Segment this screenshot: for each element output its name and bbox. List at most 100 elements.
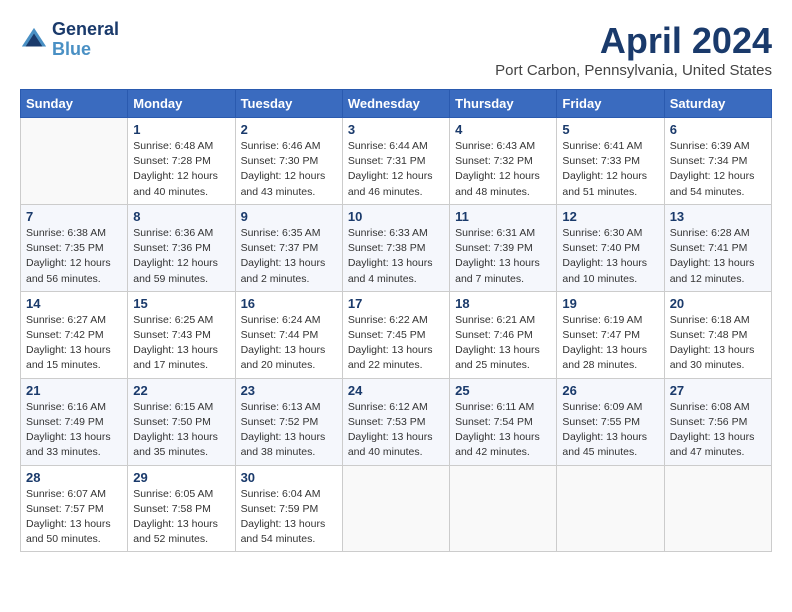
day-number: 4 bbox=[455, 122, 551, 137]
sunrise-text: Sunrise: 6:31 AM bbox=[455, 227, 535, 239]
day-info: Sunrise: 6:21 AM Sunset: 7:46 PM Dayligh… bbox=[455, 313, 551, 374]
day-info: Sunrise: 6:35 AM Sunset: 7:37 PM Dayligh… bbox=[241, 226, 337, 287]
day-number: 3 bbox=[348, 122, 444, 137]
sunrise-text: Sunrise: 6:39 AM bbox=[670, 140, 750, 152]
sunrise-text: Sunrise: 6:33 AM bbox=[348, 227, 428, 239]
calendar-cell: 23 Sunrise: 6:13 AM Sunset: 7:52 PM Dayl… bbox=[235, 378, 342, 465]
sunrise-text: Sunrise: 6:36 AM bbox=[133, 227, 213, 239]
day-of-week-header: Sunday bbox=[21, 90, 128, 118]
calendar-cell: 9 Sunrise: 6:35 AM Sunset: 7:37 PM Dayli… bbox=[235, 204, 342, 291]
sunset-text: Sunset: 7:43 PM bbox=[133, 329, 211, 341]
day-number: 8 bbox=[133, 209, 229, 224]
sunset-text: Sunset: 7:31 PM bbox=[348, 155, 426, 167]
calendar-table: SundayMondayTuesdayWednesdayThursdayFrid… bbox=[20, 89, 772, 552]
sunset-text: Sunset: 7:52 PM bbox=[241, 416, 319, 428]
subtitle: Port Carbon, Pennsylvania, United States bbox=[495, 62, 772, 79]
day-number: 15 bbox=[133, 296, 229, 311]
sunrise-text: Sunrise: 6:11 AM bbox=[455, 401, 534, 413]
sunrise-text: Sunrise: 6:44 AM bbox=[348, 140, 428, 152]
sunset-text: Sunset: 7:28 PM bbox=[133, 155, 211, 167]
day-number: 27 bbox=[670, 383, 766, 398]
daylight-text: Daylight: 13 hours and 4 minutes. bbox=[348, 257, 433, 284]
sunrise-text: Sunrise: 6:46 AM bbox=[241, 140, 321, 152]
day-of-week-header: Monday bbox=[128, 90, 235, 118]
sunset-text: Sunset: 7:57 PM bbox=[26, 503, 104, 515]
day-info: Sunrise: 6:48 AM Sunset: 7:28 PM Dayligh… bbox=[133, 139, 229, 200]
calendar-cell: 15 Sunrise: 6:25 AM Sunset: 7:43 PM Dayl… bbox=[128, 291, 235, 378]
day-info: Sunrise: 6:46 AM Sunset: 7:30 PM Dayligh… bbox=[241, 139, 337, 200]
calendar-cell: 7 Sunrise: 6:38 AM Sunset: 7:35 PM Dayli… bbox=[21, 204, 128, 291]
day-number: 11 bbox=[455, 209, 551, 224]
sunrise-text: Sunrise: 6:28 AM bbox=[670, 227, 750, 239]
sunset-text: Sunset: 7:54 PM bbox=[455, 416, 533, 428]
sunrise-text: Sunrise: 6:38 AM bbox=[26, 227, 106, 239]
daylight-text: Daylight: 13 hours and 12 minutes. bbox=[670, 257, 755, 284]
sunset-text: Sunset: 7:39 PM bbox=[455, 242, 533, 254]
day-number: 25 bbox=[455, 383, 551, 398]
day-number: 16 bbox=[241, 296, 337, 311]
calendar-header: SundayMondayTuesdayWednesdayThursdayFrid… bbox=[21, 90, 772, 118]
sunrise-text: Sunrise: 6:35 AM bbox=[241, 227, 321, 239]
daylight-text: Daylight: 13 hours and 25 minutes. bbox=[455, 344, 540, 371]
day-info: Sunrise: 6:16 AM Sunset: 7:49 PM Dayligh… bbox=[26, 400, 122, 461]
sunset-text: Sunset: 7:40 PM bbox=[562, 242, 640, 254]
sunrise-text: Sunrise: 6:19 AM bbox=[562, 314, 642, 326]
calendar-week-row: 28 Sunrise: 6:07 AM Sunset: 7:57 PM Dayl… bbox=[21, 465, 772, 552]
calendar-cell: 6 Sunrise: 6:39 AM Sunset: 7:34 PM Dayli… bbox=[664, 118, 771, 205]
calendar-cell: 29 Sunrise: 6:05 AM Sunset: 7:58 PM Dayl… bbox=[128, 465, 235, 552]
sunset-text: Sunset: 7:38 PM bbox=[348, 242, 426, 254]
sunset-text: Sunset: 7:50 PM bbox=[133, 416, 211, 428]
day-of-week-header: Friday bbox=[557, 90, 664, 118]
calendar-cell: 19 Sunrise: 6:19 AM Sunset: 7:47 PM Dayl… bbox=[557, 291, 664, 378]
calendar-cell: 17 Sunrise: 6:22 AM Sunset: 7:45 PM Dayl… bbox=[342, 291, 449, 378]
daylight-text: Daylight: 12 hours and 46 minutes. bbox=[348, 170, 433, 197]
sunset-text: Sunset: 7:34 PM bbox=[670, 155, 748, 167]
daylight-text: Daylight: 13 hours and 45 minutes. bbox=[562, 431, 647, 458]
day-number: 10 bbox=[348, 209, 444, 224]
title-block: April 2024 Port Carbon, Pennsylvania, Un… bbox=[495, 20, 772, 79]
sunset-text: Sunset: 7:48 PM bbox=[670, 329, 748, 341]
calendar-body: 1 Sunrise: 6:48 AM Sunset: 7:28 PM Dayli… bbox=[21, 118, 772, 552]
day-number: 30 bbox=[241, 470, 337, 485]
sunrise-text: Sunrise: 6:05 AM bbox=[133, 488, 213, 500]
day-number: 17 bbox=[348, 296, 444, 311]
day-info: Sunrise: 6:18 AM Sunset: 7:48 PM Dayligh… bbox=[670, 313, 766, 374]
day-number: 6 bbox=[670, 122, 766, 137]
day-info: Sunrise: 6:04 AM Sunset: 7:59 PM Dayligh… bbox=[241, 487, 337, 548]
daylight-text: Daylight: 13 hours and 52 minutes. bbox=[133, 518, 218, 545]
logo-icon bbox=[20, 26, 48, 54]
sunrise-text: Sunrise: 6:09 AM bbox=[562, 401, 642, 413]
day-info: Sunrise: 6:08 AM Sunset: 7:56 PM Dayligh… bbox=[670, 400, 766, 461]
sunset-text: Sunset: 7:45 PM bbox=[348, 329, 426, 341]
daylight-text: Daylight: 13 hours and 50 minutes. bbox=[26, 518, 111, 545]
day-info: Sunrise: 6:07 AM Sunset: 7:57 PM Dayligh… bbox=[26, 487, 122, 548]
day-number: 7 bbox=[26, 209, 122, 224]
calendar-cell: 20 Sunrise: 6:18 AM Sunset: 7:48 PM Dayl… bbox=[664, 291, 771, 378]
day-info: Sunrise: 6:05 AM Sunset: 7:58 PM Dayligh… bbox=[133, 487, 229, 548]
daylight-text: Daylight: 12 hours and 54 minutes. bbox=[670, 170, 755, 197]
daylight-text: Daylight: 13 hours and 17 minutes. bbox=[133, 344, 218, 371]
daylight-text: Daylight: 13 hours and 28 minutes. bbox=[562, 344, 647, 371]
calendar-cell: 3 Sunrise: 6:44 AM Sunset: 7:31 PM Dayli… bbox=[342, 118, 449, 205]
day-info: Sunrise: 6:44 AM Sunset: 7:31 PM Dayligh… bbox=[348, 139, 444, 200]
day-info: Sunrise: 6:41 AM Sunset: 7:33 PM Dayligh… bbox=[562, 139, 658, 200]
sunset-text: Sunset: 7:41 PM bbox=[670, 242, 748, 254]
sunset-text: Sunset: 7:46 PM bbox=[455, 329, 533, 341]
day-number: 20 bbox=[670, 296, 766, 311]
day-info: Sunrise: 6:28 AM Sunset: 7:41 PM Dayligh… bbox=[670, 226, 766, 287]
daylight-text: Daylight: 12 hours and 59 minutes. bbox=[133, 257, 218, 284]
day-number: 18 bbox=[455, 296, 551, 311]
calendar-cell: 28 Sunrise: 6:07 AM Sunset: 7:57 PM Dayl… bbox=[21, 465, 128, 552]
day-number: 14 bbox=[26, 296, 122, 311]
day-number: 29 bbox=[133, 470, 229, 485]
sunset-text: Sunset: 7:44 PM bbox=[241, 329, 319, 341]
sunrise-text: Sunrise: 6:41 AM bbox=[562, 140, 642, 152]
calendar-cell: 27 Sunrise: 6:08 AM Sunset: 7:56 PM Dayl… bbox=[664, 378, 771, 465]
daylight-text: Daylight: 12 hours and 51 minutes. bbox=[562, 170, 647, 197]
sunset-text: Sunset: 7:47 PM bbox=[562, 329, 640, 341]
calendar-week-row: 14 Sunrise: 6:27 AM Sunset: 7:42 PM Dayl… bbox=[21, 291, 772, 378]
day-info: Sunrise: 6:25 AM Sunset: 7:43 PM Dayligh… bbox=[133, 313, 229, 374]
calendar-week-row: 7 Sunrise: 6:38 AM Sunset: 7:35 PM Dayli… bbox=[21, 204, 772, 291]
daylight-text: Daylight: 13 hours and 54 minutes. bbox=[241, 518, 326, 545]
calendar-cell: 30 Sunrise: 6:04 AM Sunset: 7:59 PM Dayl… bbox=[235, 465, 342, 552]
